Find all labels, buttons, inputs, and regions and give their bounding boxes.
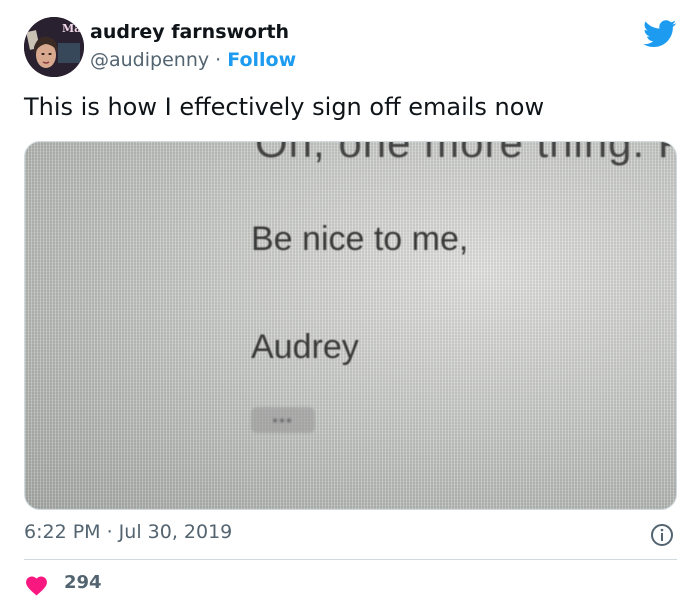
avatar-image: Mae bbox=[24, 17, 84, 77]
like-count: 294 bbox=[64, 572, 102, 593]
author-handle[interactable]: @audipenny bbox=[90, 49, 209, 71]
tweet-card: Mae audrey farnsworth @audipenny · Follo… bbox=[0, 0, 700, 613]
avatar-text: Mae bbox=[62, 22, 84, 35]
avatar[interactable]: Mae bbox=[24, 17, 84, 77]
heart-icon bbox=[26, 576, 47, 596]
photo-cut-off-text: Oh, one more thing. Proba bbox=[255, 141, 676, 166]
twitter-bird-icon[interactable] bbox=[643, 20, 677, 48]
photo-sign-off-line: Be nice to me, bbox=[251, 220, 469, 258]
tweet-text: This is how I effectively sign off email… bbox=[24, 93, 545, 121]
photo-signature: Audrey bbox=[251, 328, 359, 366]
follow-button[interactable]: Follow bbox=[227, 49, 296, 71]
author-handle-row: @audipenny · Follow bbox=[90, 49, 296, 71]
tweet-timestamp[interactable]: 6:22 PM · Jul 30, 2019 bbox=[24, 521, 232, 543]
tweet-photo[interactable]: Oh, one more thing. Proba Be nice to me,… bbox=[24, 141, 677, 510]
separator: · bbox=[215, 49, 222, 71]
info-icon[interactable] bbox=[650, 523, 674, 547]
author-name[interactable]: audrey farnsworth bbox=[90, 21, 289, 43]
photo-trimmed-content-button: ••• bbox=[251, 407, 315, 433]
divider bbox=[24, 559, 677, 560]
